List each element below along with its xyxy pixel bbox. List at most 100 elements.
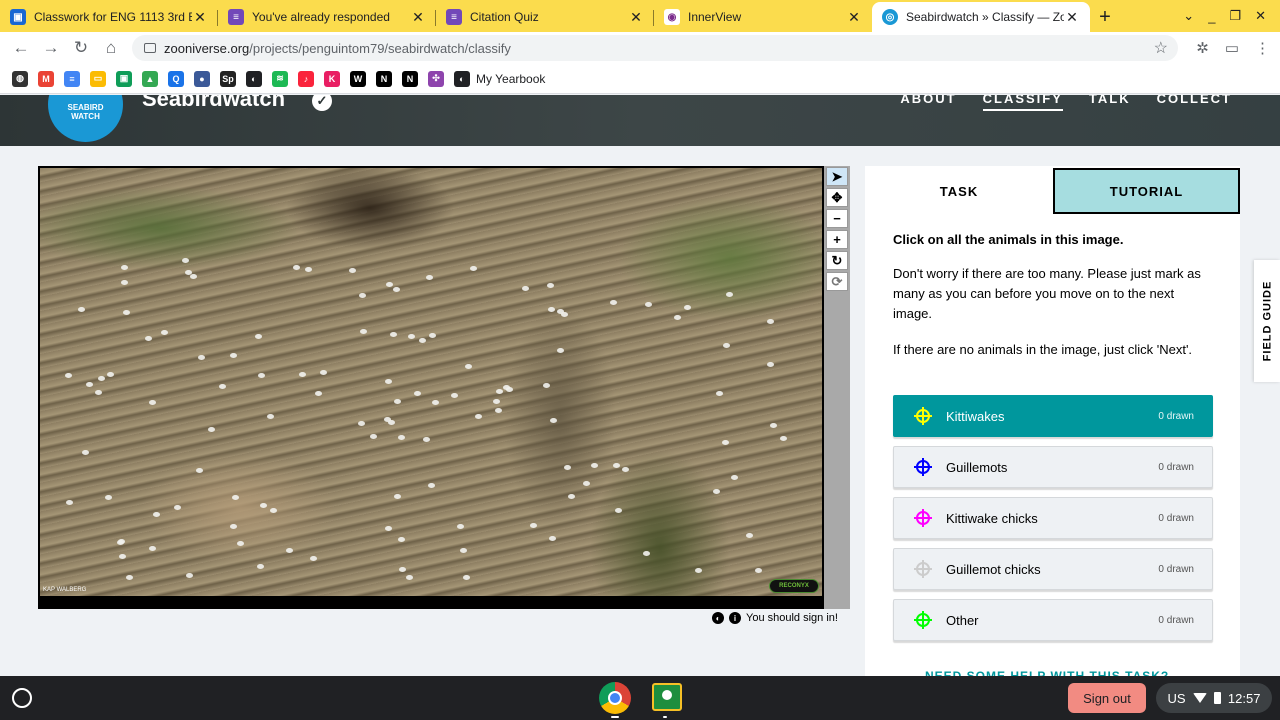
move-tool-icon[interactable]: ✥ bbox=[826, 188, 848, 207]
chrome-icon[interactable] bbox=[599, 682, 631, 714]
bird-dot bbox=[495, 408, 502, 413]
info-icon[interactable]: i bbox=[729, 612, 741, 624]
bookmark-11-icon[interactable]: ♪ bbox=[298, 70, 314, 87]
bird-dot bbox=[293, 265, 300, 270]
bird-dot bbox=[123, 310, 130, 315]
bookmark-17-icon[interactable]: ◐ bbox=[454, 70, 470, 87]
bookmark-2-icon[interactable]: ≡ bbox=[64, 70, 80, 87]
bookmark-14-icon[interactable]: N bbox=[376, 70, 392, 87]
tab-search-icon[interactable]: ⌄ bbox=[1183, 8, 1194, 24]
site-info-icon[interactable] bbox=[144, 43, 156, 53]
bird-dot bbox=[286, 548, 293, 553]
bird-dot bbox=[305, 267, 312, 272]
forward-icon[interactable]: → bbox=[36, 38, 66, 58]
bookmark-12-icon[interactable]: K bbox=[324, 70, 340, 87]
answer-label: Guillemot chicks bbox=[946, 561, 1041, 577]
bookmark-my-yearbook[interactable]: My Yearbook bbox=[476, 72, 545, 86]
contrast-icon[interactable]: ◐ bbox=[712, 612, 724, 624]
launcher-icon[interactable] bbox=[12, 688, 32, 708]
subject-viewer[interactable]: KAP WALBERG RECONYX bbox=[38, 166, 850, 609]
answer-kittiwake-chicks[interactable]: Kittiwake chicks 0 drawn bbox=[893, 497, 1213, 539]
bird-dot bbox=[299, 372, 306, 377]
tab-task[interactable]: TASK bbox=[865, 168, 1053, 214]
pointer-tool-icon[interactable]: ➤ bbox=[826, 167, 848, 186]
bird-dot bbox=[267, 414, 274, 419]
bookmark-13-icon[interactable]: W bbox=[350, 70, 366, 87]
bookmark-star-icon[interactable]: ☆ bbox=[1154, 38, 1168, 58]
reload-icon[interactable]: ↻ bbox=[66, 38, 96, 58]
answer-list: Kittiwakes 0 drawn Guillemots 0 drawn Kittiw… bbox=[893, 395, 1213, 650]
bird-dot bbox=[65, 373, 72, 378]
close-window-icon[interactable]: ✕ bbox=[1255, 8, 1266, 24]
tab-close-icon[interactable]: ✕ bbox=[192, 9, 208, 26]
zoom-out-icon[interactable]: − bbox=[826, 209, 848, 228]
project-logo[interactable]: SEABIRD WATCH bbox=[48, 95, 123, 142]
bird-dot bbox=[153, 512, 160, 517]
bookmark-7-icon[interactable]: ● bbox=[194, 70, 210, 87]
menu-icon[interactable]: ⋮ bbox=[1255, 39, 1270, 57]
signin-text[interactable]: You should sign in! bbox=[746, 612, 838, 624]
browser-tab-citation-quiz[interactable]: ≡ Citation Quiz ✕ bbox=[436, 2, 654, 32]
bookmark-15-icon[interactable]: N bbox=[402, 70, 418, 87]
bookmarks-bar: ◍ M ≡ ▭ ▣ ▲ Q ● Sp ◐ ≋ ♪ K W N N ✣ ◐ My Yearbook bbox=[0, 64, 1280, 94]
back-icon[interactable]: ← bbox=[6, 38, 36, 58]
tab-close-icon[interactable]: ✕ bbox=[410, 9, 426, 26]
tab-close-icon[interactable]: ✕ bbox=[846, 9, 862, 26]
nav-about[interactable]: ABOUT bbox=[900, 95, 956, 111]
browser-tab-innerview[interactable]: ◉ InnerView ✕ bbox=[654, 2, 872, 32]
answer-other[interactable]: Other 0 drawn bbox=[893, 599, 1213, 641]
rotate-icon[interactable]: ↻ bbox=[826, 251, 848, 270]
field-guide-tab[interactable]: FIELD GUIDE bbox=[1254, 260, 1280, 382]
status-tray[interactable]: US 12:57 bbox=[1156, 683, 1272, 713]
bird-dot bbox=[716, 391, 723, 396]
cast-icon[interactable]: ▭ bbox=[1225, 39, 1239, 57]
answer-guillemots[interactable]: Guillemots 0 drawn bbox=[893, 446, 1213, 488]
bird-dot bbox=[310, 556, 317, 561]
answer-label: Kittiwakes bbox=[946, 408, 1005, 424]
tab-tutorial[interactable]: TUTORIAL bbox=[1053, 168, 1240, 214]
extensions-icon[interactable]: ✲ bbox=[1196, 39, 1209, 57]
answer-guillemot-chicks[interactable]: Guillemot chicks 0 drawn bbox=[893, 548, 1213, 590]
classroom-icon[interactable] bbox=[652, 683, 682, 711]
new-tab-button[interactable]: + bbox=[1090, 2, 1120, 32]
bookmark-9-icon[interactable]: ◐ bbox=[246, 70, 262, 87]
answer-kittiwakes[interactable]: Kittiwakes 0 drawn bbox=[893, 395, 1213, 437]
bird-dot bbox=[726, 292, 733, 297]
bookmark-1-icon[interactable]: M bbox=[38, 70, 54, 87]
bookmark-0-icon[interactable]: ◍ bbox=[12, 70, 28, 87]
bird-dot bbox=[695, 568, 702, 573]
bird-dot bbox=[610, 300, 617, 305]
bird-dot bbox=[723, 343, 730, 348]
camera-brand-logo: RECONYX bbox=[769, 579, 819, 593]
reset-view-icon[interactable]: ⟳ bbox=[826, 272, 848, 291]
bookmark-10-icon[interactable]: ≋ bbox=[272, 70, 288, 87]
bookmark-4-icon[interactable]: ▣ bbox=[116, 70, 132, 87]
minimize-icon[interactable]: _ bbox=[1208, 9, 1215, 24]
browser-tab-classwork[interactable]: ▣ Classwork for ENG 1113 3rd Bl ✕ bbox=[0, 2, 218, 32]
sign-out-button[interactable]: Sign out bbox=[1068, 683, 1146, 713]
bookmark-5-icon[interactable]: ▲ bbox=[142, 70, 158, 87]
bird-dot bbox=[98, 376, 105, 381]
tab-close-icon[interactable]: ✕ bbox=[628, 9, 644, 26]
nav-talk[interactable]: TALK bbox=[1089, 95, 1131, 111]
bookmark-16-icon[interactable]: ✣ bbox=[428, 70, 444, 87]
bird-dot bbox=[190, 274, 197, 279]
browser-tab-responded[interactable]: ≡ You've already responded ✕ bbox=[218, 2, 436, 32]
subject-image[interactable]: KAP WALBERG RECONYX bbox=[40, 168, 822, 596]
project-title[interactable]: Seabirdwatch bbox=[142, 95, 285, 112]
bookmark-8-icon[interactable]: Sp bbox=[220, 70, 236, 87]
browser-tab-seabirdwatch[interactable]: ◎ Seabirdwatch » Classify — Zoo ✕ bbox=[872, 2, 1090, 32]
bird-dot bbox=[186, 573, 193, 578]
bird-dot bbox=[255, 334, 262, 339]
nav-collect[interactable]: COLLECT bbox=[1157, 95, 1232, 111]
restore-icon[interactable]: ❐ bbox=[1229, 8, 1241, 24]
bookmark-3-icon[interactable]: ▭ bbox=[90, 70, 106, 87]
task-instructions: Don't worry if there are too many. Pleas… bbox=[893, 266, 1201, 321]
zoom-in-icon[interactable]: + bbox=[826, 230, 848, 249]
nav-classify[interactable]: CLASSIFY bbox=[982, 95, 1063, 111]
tab-close-icon[interactable]: ✕ bbox=[1064, 9, 1080, 26]
bookmark-6-icon[interactable]: Q bbox=[168, 70, 184, 87]
address-bar[interactable]: zooniverse.org/projects/penguintom79/sea… bbox=[132, 35, 1178, 61]
bird-dot bbox=[547, 283, 554, 288]
home-icon[interactable]: ⌂ bbox=[96, 38, 126, 58]
